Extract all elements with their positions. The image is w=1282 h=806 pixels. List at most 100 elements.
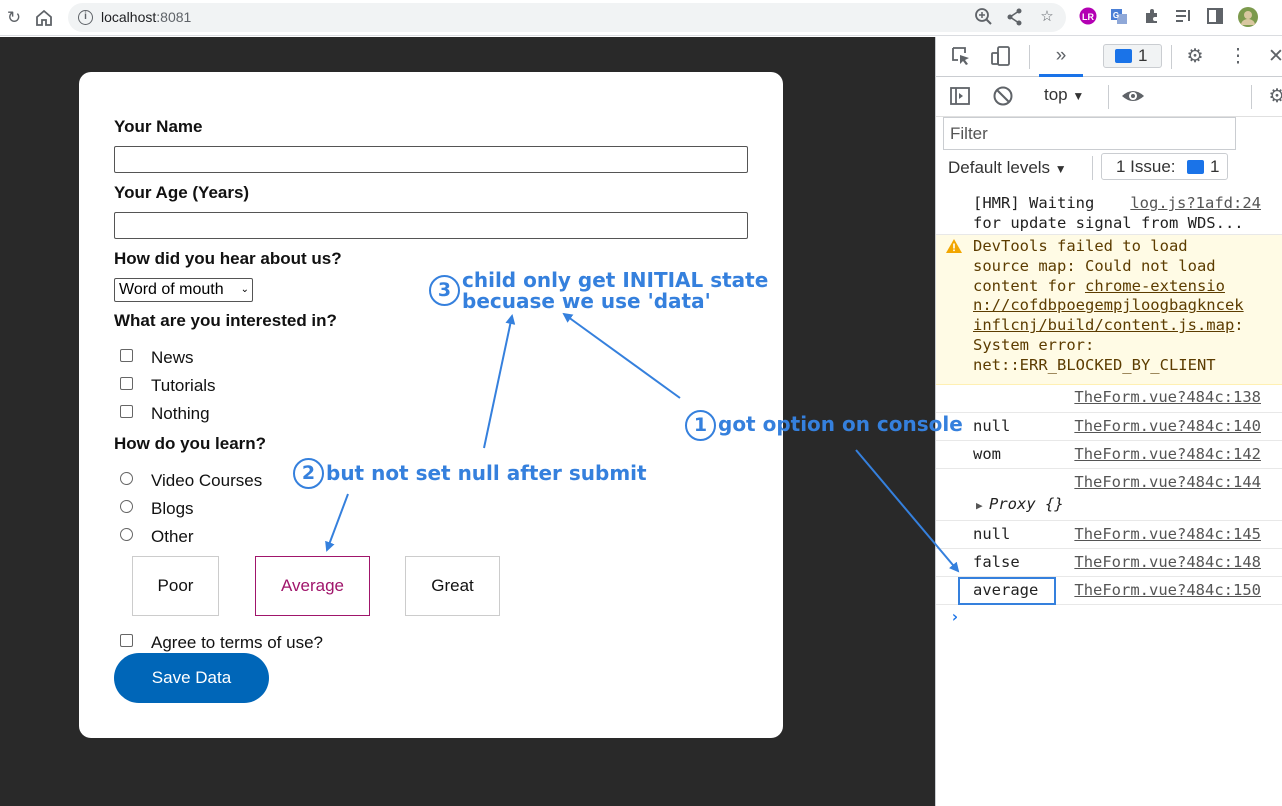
bookmark-star-icon[interactable]: ☆: [1036, 6, 1058, 28]
console-message-proxy: TheForm.vue?484c:144 ▶ Proxy {}: [936, 469, 1282, 521]
more-tabs-icon[interactable]: »: [1048, 43, 1074, 69]
zoom-icon[interactable]: [973, 6, 995, 28]
settings-gear-icon[interactable]: ⚙: [1182, 44, 1208, 70]
source-map-link-end[interactable]: inflcnj/build/content.js.map: [973, 316, 1234, 334]
console-source-link[interactable]: TheForm.vue?484c:138: [1074, 388, 1261, 406]
devtools-tabbar: » 1 ⚙ ⋮ ✕: [936, 37, 1282, 77]
devtools-panel: » 1 ⚙ ⋮ ✕ top ▼ ⚙ Filter Default levels …: [935, 37, 1282, 806]
name-label: Your Name: [114, 117, 203, 136]
save-data-button[interactable]: Save Data: [114, 653, 269, 703]
console-source-link[interactable]: TheForm.vue?484c:140: [1074, 417, 1261, 435]
console-warning: DevTools failed to load source map: Coul…: [936, 235, 1282, 385]
extensions-puzzle-icon[interactable]: [1141, 6, 1163, 28]
home-icon[interactable]: [32, 6, 56, 30]
log-levels-dropdown[interactable]: Default levels ▼: [948, 158, 1067, 178]
inspect-element-icon[interactable]: [948, 44, 974, 70]
console-filter-input[interactable]: Filter: [943, 117, 1236, 150]
console-message: TheForm.vue?484c:138: [936, 385, 1282, 413]
learn-video-label: Video Courses: [151, 471, 263, 490]
console-message-hmr: [HMR] Waiting log.js?1afd:24 for update …: [936, 187, 1282, 235]
annotation-3-line2: becuase we use 'data': [462, 289, 711, 313]
interest-news-checkbox[interactable]: [120, 349, 133, 362]
rating-average-button[interactable]: Average: [255, 556, 370, 616]
profile-avatar[interactable]: [1237, 6, 1259, 28]
console-message: false TheForm.vue?484c:148: [936, 549, 1282, 577]
rating-poor-button[interactable]: Poor: [132, 556, 219, 616]
learn-blogs-radio[interactable]: [120, 500, 133, 513]
console-message: null TheForm.vue?484c:140: [936, 413, 1282, 441]
toolbar-divider: [1092, 156, 1093, 180]
reload-icon[interactable]: ↻: [2, 6, 26, 30]
extension-translate-icon[interactable]: G: [1108, 6, 1130, 28]
terms-checkbox[interactable]: [120, 634, 133, 647]
annotation-1-text: got option on console: [718, 412, 963, 436]
console-message: null TheForm.vue?484c:145: [936, 521, 1282, 549]
source-map-link[interactable]: chrome-extensio: [1085, 277, 1225, 295]
toolbar-divider: [1029, 45, 1030, 69]
interest-label: What are you interested in?: [114, 311, 337, 330]
rating-great-button[interactable]: Great: [405, 556, 500, 616]
console-prompt[interactable]: ›: [950, 607, 960, 626]
referrer-label: How did you hear about us?: [114, 249, 342, 268]
warning-icon: [946, 239, 962, 253]
toolbar-divider: [1171, 45, 1172, 69]
sidebar-toggle-icon[interactable]: [947, 84, 973, 110]
console-source-link[interactable]: TheForm.vue?484c:144: [1074, 473, 1261, 491]
console-source-link[interactable]: TheForm.vue?484c:142: [1074, 445, 1261, 463]
issues-count-button[interactable]: 1 Issue: 1: [1101, 153, 1228, 180]
more-options-icon[interactable]: ⋮: [1225, 44, 1251, 70]
svg-text:LR: LR: [1082, 12, 1094, 22]
interest-nothing-checkbox[interactable]: [120, 405, 133, 418]
address-bar[interactable]: i localhost:8081 ☆: [68, 3, 1066, 32]
proxy-object[interactable]: Proxy {}: [989, 495, 1064, 513]
learn-other-radio[interactable]: [120, 528, 133, 541]
warning-text: DevTools failed to load source map: Coul…: [973, 237, 1244, 374]
annotation-3-line1: child only get INITIAL state: [462, 268, 769, 292]
url-text: localhost:8081: [101, 9, 192, 25]
form-card: Your Name Your Age (Years) How did you h…: [79, 72, 783, 738]
console-message: wom TheForm.vue?484c:142: [936, 441, 1282, 469]
device-toolbar-icon[interactable]: [988, 44, 1014, 70]
console-source-link[interactable]: TheForm.vue?484c:148: [1074, 553, 1261, 571]
console-source-link[interactable]: log.js?1afd:24: [1130, 194, 1261, 212]
media-queue-icon[interactable]: [1172, 6, 1194, 28]
interest-tutorials-checkbox[interactable]: [120, 377, 133, 390]
learn-video-radio[interactable]: [120, 472, 133, 485]
browser-toolbar: ↻ i localhost:8081 ☆ LR G: [0, 0, 1282, 36]
annotation-2-text: but not set null after submit: [326, 461, 647, 485]
referrer-select[interactable]: Word of mouth ⌄: [114, 278, 253, 302]
name-input[interactable]: [114, 146, 748, 173]
dropdown-arrow-icon: ▼: [1054, 162, 1067, 176]
source-map-link-cont[interactable]: n://cofdbpoegempjloogbagkncek: [973, 296, 1244, 314]
chevron-down-icon: ⌄: [240, 284, 249, 295]
console-source-link[interactable]: TheForm.vue?484c:145: [1074, 525, 1261, 543]
age-input[interactable]: [114, 212, 748, 239]
issues-badge-button[interactable]: 1: [1103, 44, 1162, 68]
toolbar-divider: [1251, 85, 1252, 109]
expand-triangle-icon[interactable]: ▶: [976, 499, 983, 512]
clear-console-icon[interactable]: [990, 84, 1016, 110]
message-icon: [1187, 160, 1204, 174]
extension-lastpass-icon[interactable]: LR: [1077, 6, 1099, 28]
toolbar-divider: [1108, 85, 1109, 109]
side-panel-icon[interactable]: [1204, 6, 1226, 28]
close-icon[interactable]: ✕: [1263, 44, 1282, 70]
learn-label: How do you learn?: [114, 434, 267, 453]
age-label: Your Age (Years): [114, 183, 250, 202]
context-selector[interactable]: top ▼: [1044, 85, 1084, 105]
learn-other-label: Other: [151, 527, 194, 546]
console-settings-icon[interactable]: ⚙: [1264, 84, 1282, 110]
info-icon[interactable]: i: [78, 10, 93, 25]
svg-text:G: G: [1113, 11, 1119, 20]
console-toolbar: top ▼ ⚙: [936, 77, 1282, 117]
console-output: [HMR] Waiting log.js?1afd:24 for update …: [936, 187, 1282, 806]
terms-label: Agree to terms of use?: [151, 633, 323, 652]
message-icon: [1115, 49, 1132, 63]
learn-blogs-label: Blogs: [151, 499, 194, 518]
console-source-link[interactable]: TheForm.vue?484c:150: [1074, 581, 1261, 599]
interest-tutorials-label: Tutorials: [151, 376, 216, 395]
annotation-2-number: 2: [293, 458, 324, 489]
live-expression-eye-icon[interactable]: [1120, 84, 1146, 110]
interest-news-label: News: [151, 348, 194, 367]
share-icon[interactable]: [1004, 6, 1026, 28]
